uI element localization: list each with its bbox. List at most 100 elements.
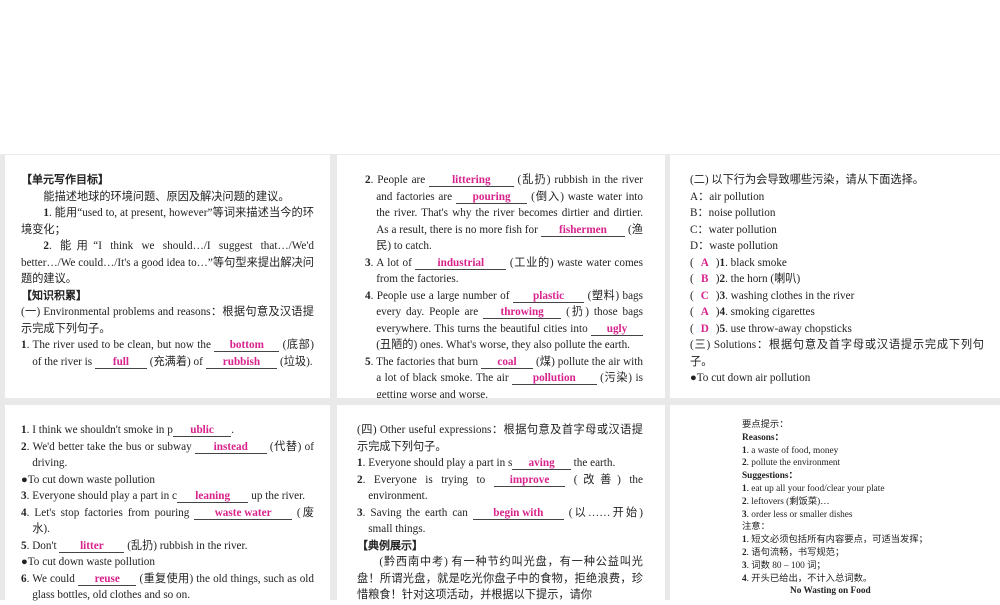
text-segment: ●To cut down waste pollution [21, 556, 155, 568]
section-heading: 【单元写作目标】 [21, 172, 314, 189]
text-segment: . Everyone should play a part in s [362, 457, 513, 469]
text-segment: No Wasting on Food [790, 586, 871, 597]
text-line: ●To cut down waste pollution [21, 554, 314, 571]
text-line: 1. I think we shouldn't smoke in p ublic. [21, 422, 314, 439]
text-segment: . People use a large number of [370, 289, 513, 302]
choice-answer: A [700, 256, 709, 269]
choice-answer: A [700, 306, 709, 318]
text-line: (A)1. black smoke [690, 255, 984, 272]
fill-blank-answer: industrial [415, 257, 507, 270]
text-segment: . We could [26, 572, 78, 585]
section-heading: 【典例展示】 [357, 538, 643, 555]
text-line: B：noise pollution [690, 205, 984, 222]
text-segment: . I think we shouldn't smoke in p [26, 424, 173, 436]
text-line: 3. A lot of industrial (工业的) waste water… [365, 255, 643, 288]
text-line: 6. We could reuse (重复使用) the old things,… [21, 571, 314, 604]
text-segment: 【典例展示】 [357, 538, 423, 552]
fill-blank-answer: improve [493, 474, 566, 487]
text-line: 3. Saving the earth can begin with (以……开… [357, 505, 643, 538]
fill-blank-answer: ublic [172, 424, 232, 437]
text-segment: the earth. [570, 457, 616, 469]
text-line: 2. We'd better take the bus or subway in… [21, 439, 314, 472]
text-line: Suggestions： [742, 470, 990, 483]
text-segment: . Let's stop factories from pouring [26, 506, 195, 519]
text-line: 3. order less or smaller dishes [742, 509, 990, 522]
text-line: 1. 短文必须包括所有内容要点，可适当发挥； [742, 534, 990, 547]
text-line: 1. The river used to be clean, but now t… [21, 337, 314, 370]
text-segment: . [231, 424, 235, 436]
fill-blank-answer: pouring [455, 191, 528, 204]
text-line: A：air pollution [690, 189, 984, 206]
text-segment: A：air pollution [690, 190, 765, 203]
text-line: 2. Everyone is trying to improve (改善) th… [357, 472, 643, 505]
text-line: 1. eat up all your food/clear your plate [742, 483, 990, 496]
text-segment: . Don't [26, 539, 60, 552]
text-line: (B)2. the horn (喇叭) [690, 271, 984, 288]
choice-answer: D [700, 322, 709, 335]
text-segment: D：waste pollution [690, 240, 778, 252]
fill-blank-answer: littering [429, 174, 514, 187]
text-line: (三) Solutions：根据句意及首字母或汉语提示完成下列句子。 [690, 337, 984, 370]
text-segment: . 能用“used to, at present, however”等词来描述当… [21, 207, 314, 236]
panel-useful-expressions: (四) Other useful expressions：根据句意及首字母或汉语… [337, 405, 665, 605]
text-segment: ●To cut down air pollution [690, 372, 811, 384]
text-line: D：waste pollution [690, 238, 984, 255]
text-segment: (丑陋的) ones. What's worse, they also poll… [376, 339, 630, 351]
text-line: Reasons： [742, 432, 990, 445]
text-segment: . use throw-away chopsticks [725, 322, 852, 335]
text-segment: . a waste of food, money [746, 445, 839, 456]
text-segment: . People are [370, 174, 430, 186]
text-line: 4. Let's stop factories from pouring was… [21, 505, 314, 538]
text-line: (黔西南中考) 有一种节约叫光盘，有一种公益叫光盘！所谓光盘，就是吃光你盘子中的… [357, 554, 643, 604]
text-segment: . 语句流畅，书写规范； [746, 547, 845, 558]
text-segment: (一) Environmental problems and reasons：根… [21, 306, 314, 335]
text-segment: . A lot of [370, 256, 416, 269]
text-segment: (二) 以下行为会导致哪些污染，请从下面选择。 [690, 174, 924, 186]
text-line: 2. 语句流畅，书写规范； [742, 547, 990, 560]
text-segment: (乱扔) rubbish in the river. [124, 539, 248, 552]
choice-answer: C [700, 289, 709, 302]
fill-blank-answer: leaning [176, 490, 249, 503]
panel-pollution-types: (二) 以下行为会导致哪些污染，请从下面选择。 A：air pollution B：… [670, 155, 1000, 398]
panel-writing-goals: 【单元写作目标】 能描述地球的环境问题、原因及解决问题的建议。 1. 能用“used… [5, 155, 330, 398]
text-segment: . Saving the earth can [362, 506, 473, 519]
text-line: 2. pollute the environment [742, 457, 990, 470]
text-segment: . 开头已给出，不计入总词数。 [746, 573, 873, 584]
text-line: (D)5. use throw-away chopsticks [690, 321, 984, 338]
text-segment: . Everyone should play a part in c [26, 490, 177, 502]
text-line: 1. a waste of food, money [742, 445, 990, 458]
panel-solutions: 1. I think we shouldn't smoke in p ublic.… [5, 405, 330, 605]
section-heading: 【知识积累】 [21, 288, 314, 305]
text-line: 注意： [742, 521, 990, 534]
text-line: 1. 能用“used to, at present, however”等词来描述… [21, 205, 314, 238]
text-segment: 注意： [742, 522, 770, 533]
text-segment: . 短文必须包括所有内容要点，可适当发挥； [746, 535, 928, 546]
text-line: (一) Environmental problems and reasons：根… [21, 304, 314, 337]
text-segment: (黔西南中考) 有一种节约叫光盘，有一种公益叫光盘！所谓光盘，就是吃光你盘子中的… [357, 556, 643, 601]
text-segment: . smoking cigarettes [725, 306, 815, 318]
text-segment: (垃圾). [277, 355, 313, 368]
fill-blank-answer: full [94, 356, 147, 369]
fill-blank-answer: begin with [472, 507, 564, 520]
text-line: 2. leftovers (剩饭菜)… [742, 496, 990, 509]
text-segment: . black smoke [725, 256, 787, 269]
text-segment: Suggestions： [742, 471, 798, 482]
text-segment: (四) Other useful expressions：根据句意及首字母或汉语… [357, 424, 643, 453]
fill-blank-answer: waste water [194, 507, 292, 520]
text-segment: . eat up all your food/clear your plate [746, 483, 885, 494]
text-line: 4. People use a large number of plastic … [365, 288, 643, 354]
fill-blank-answer: coal [481, 356, 534, 369]
text-segment: C：water pollution [690, 223, 777, 236]
fill-blank-answer: plastic [512, 290, 585, 303]
text-segment: . pollute the environment [746, 458, 841, 469]
text-line: (A)4. smoking cigarettes [690, 304, 984, 321]
choice-answer: B [701, 273, 709, 285]
text-line: ●To cut down air pollution [690, 370, 984, 387]
fill-blank-answer: reuse [77, 573, 137, 586]
text-line: 要点提示： [742, 419, 990, 432]
text-line: 3. Everyone should play a part in c leani… [21, 488, 314, 505]
fill-blank-answer: rubbish [205, 356, 278, 369]
text-segment: up the river. [248, 490, 306, 502]
fill-blank-answer: aving [512, 457, 571, 470]
text-segment: (三) Solutions：根据句意及首字母或汉语提示完成下列句子。 [690, 339, 984, 368]
